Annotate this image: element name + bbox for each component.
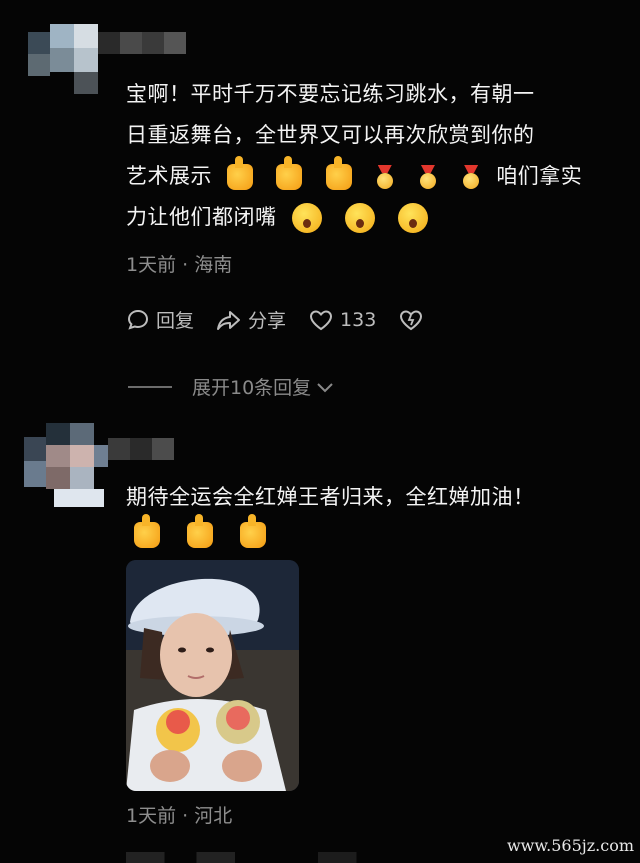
expand-divider (128, 385, 172, 388)
chevron-down-icon (317, 382, 333, 392)
shocked-face-icon (398, 203, 429, 233)
comment-2-photo[interactable] (126, 560, 299, 791)
reply-label: 回复 (156, 310, 195, 332)
share-label: 分享 (248, 310, 287, 332)
like-count: 133 (340, 308, 377, 331)
share-button[interactable]: 分享 (216, 306, 286, 333)
next-row-partial (126, 852, 446, 863)
comment-bubble-icon (127, 309, 149, 330)
reply-button[interactable]: 回复 (126, 306, 194, 333)
comment-1-line-3-prefix: 艺术展示 (126, 164, 212, 188)
comment-2-emoji-row (126, 514, 274, 548)
thumbs-up-icon (240, 514, 267, 548)
comment-1-line-3: 艺术展示 咱们拿实 (126, 156, 616, 197)
thumbs-up-icon (325, 156, 352, 190)
comment-2-meta: 1天前 · 河北 (126, 805, 233, 827)
medal-icon (418, 165, 438, 189)
thumbs-up-icon (276, 156, 303, 190)
dislike-heart-icon (400, 309, 423, 330)
comment-1-line-2: 日重返舞台，全世界又可以再次欣赏到你的 (126, 123, 535, 147)
username-comment-1[interactable] (98, 32, 186, 54)
like-button[interactable]: 133 (308, 308, 376, 332)
thumbs-up-icon (134, 514, 160, 548)
comment-1-line-3-suffix: 咱们拿实 (496, 164, 583, 188)
comment-2-text: 期待全运会全红婵王者归来，全红婵加油！ (126, 485, 535, 509)
expand-replies-label: 展开10条回复 (192, 377, 312, 399)
expand-replies-button[interactable]: 展开10条回复 (128, 373, 335, 400)
thumbs-up-icon (227, 156, 254, 190)
username-comment-2[interactable] (108, 438, 174, 460)
comment-1-meta: 1天前 · 海南 (126, 254, 233, 276)
shocked-face-icon (291, 203, 322, 233)
comment-1-text: 宝啊！平时千万不要忘记练习跳水，有朝一 日重返舞台，全世界又可以再次欣赏到你的 … (126, 74, 616, 238)
avatar-comment-2[interactable] (24, 423, 108, 507)
photo-girl-with-plushies (126, 560, 299, 791)
share-arrow-icon (217, 310, 241, 330)
watermark: www.565jz.com (506, 836, 634, 855)
dislike-button[interactable] (398, 308, 424, 332)
comment-1-line-4-prefix: 力让他们都闭嘴 (126, 205, 277, 229)
comment-1-line-4: 力让他们都闭嘴 (126, 197, 616, 238)
medal-icon (461, 165, 481, 189)
heart-icon (310, 309, 333, 330)
comment-1-line-1: 宝啊！平时千万不要忘记练习跳水，有朝一 (126, 82, 535, 106)
medal-icon (375, 165, 395, 189)
thumbs-up-icon (187, 514, 214, 548)
shocked-face-icon (344, 203, 375, 233)
avatar-comment-1[interactable] (28, 24, 98, 96)
comment-1-actions: 回复 分享 133 (126, 306, 446, 333)
